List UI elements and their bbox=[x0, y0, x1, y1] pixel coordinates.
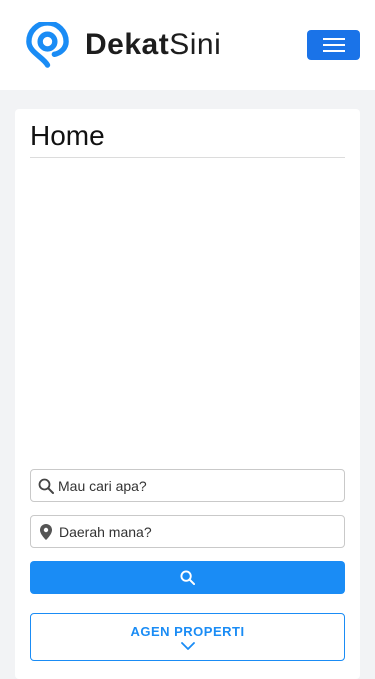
search-icon bbox=[180, 570, 195, 585]
page-title: Home bbox=[30, 120, 105, 151]
brand-logo[interactable]: DekatSini bbox=[24, 20, 264, 70]
search-icon bbox=[38, 478, 54, 494]
location-search-field[interactable] bbox=[30, 515, 345, 548]
keyword-search-input[interactable] bbox=[58, 471, 328, 500]
brand-name: DekatSini bbox=[85, 28, 221, 62]
menu-toggle-button[interactable] bbox=[307, 30, 360, 60]
logo-pin-icon bbox=[26, 21, 69, 68]
home-card: Home AGEN PROPERTI bbox=[15, 109, 360, 679]
keyword-search-field[interactable] bbox=[30, 469, 345, 502]
navbar: DekatSini bbox=[0, 0, 375, 90]
brand-name-light: Sini bbox=[169, 28, 222, 61]
map-marker-icon bbox=[40, 523, 52, 540]
title-divider bbox=[30, 157, 345, 158]
chevron-down-icon bbox=[180, 642, 195, 650]
agen-properti-label: AGEN PROPERTI bbox=[130, 624, 245, 639]
location-search-input[interactable] bbox=[59, 517, 329, 546]
agen-properti-button[interactable]: AGEN PROPERTI bbox=[30, 613, 345, 661]
hamburger-icon bbox=[322, 38, 345, 52]
brand-name-bold: Dekat bbox=[85, 28, 170, 61]
search-submit-button[interactable] bbox=[30, 561, 345, 594]
